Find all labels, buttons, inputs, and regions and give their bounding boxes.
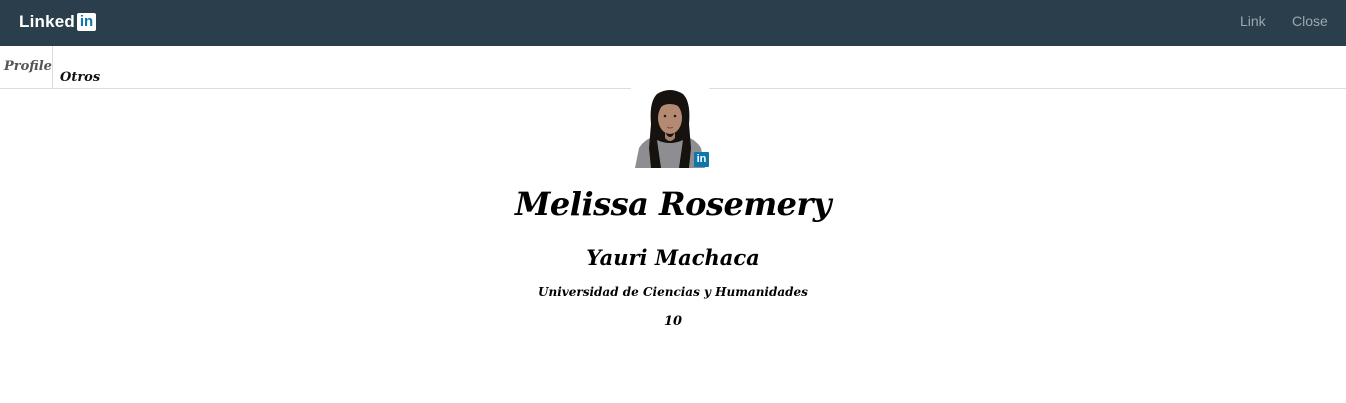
profile-university: Universidad de Ciencias y Humanidades [538, 285, 808, 299]
profile-last-name: Yauri Machaca [586, 245, 760, 270]
tab-profile[interactable]: Profile [0, 46, 53, 88]
tab-otros[interactable]: Otros [60, 70, 100, 85]
brand-text: Linked [19, 12, 75, 31]
top-navbar: Linked in Link Close [0, 0, 1346, 46]
close-nav-link[interactable]: Close [1292, 13, 1328, 29]
profile-number: 10 [663, 314, 683, 329]
profile-first-name: Melissa Rosemery [515, 185, 831, 223]
tab-bar: Profile Otros [0, 46, 1346, 89]
link-nav-link[interactable]: Link [1240, 13, 1266, 29]
linkedin-icon: in [77, 13, 96, 31]
linkedin-badge-icon: in [694, 152, 709, 167]
brand-logo[interactable]: Linked in [19, 11, 96, 33]
